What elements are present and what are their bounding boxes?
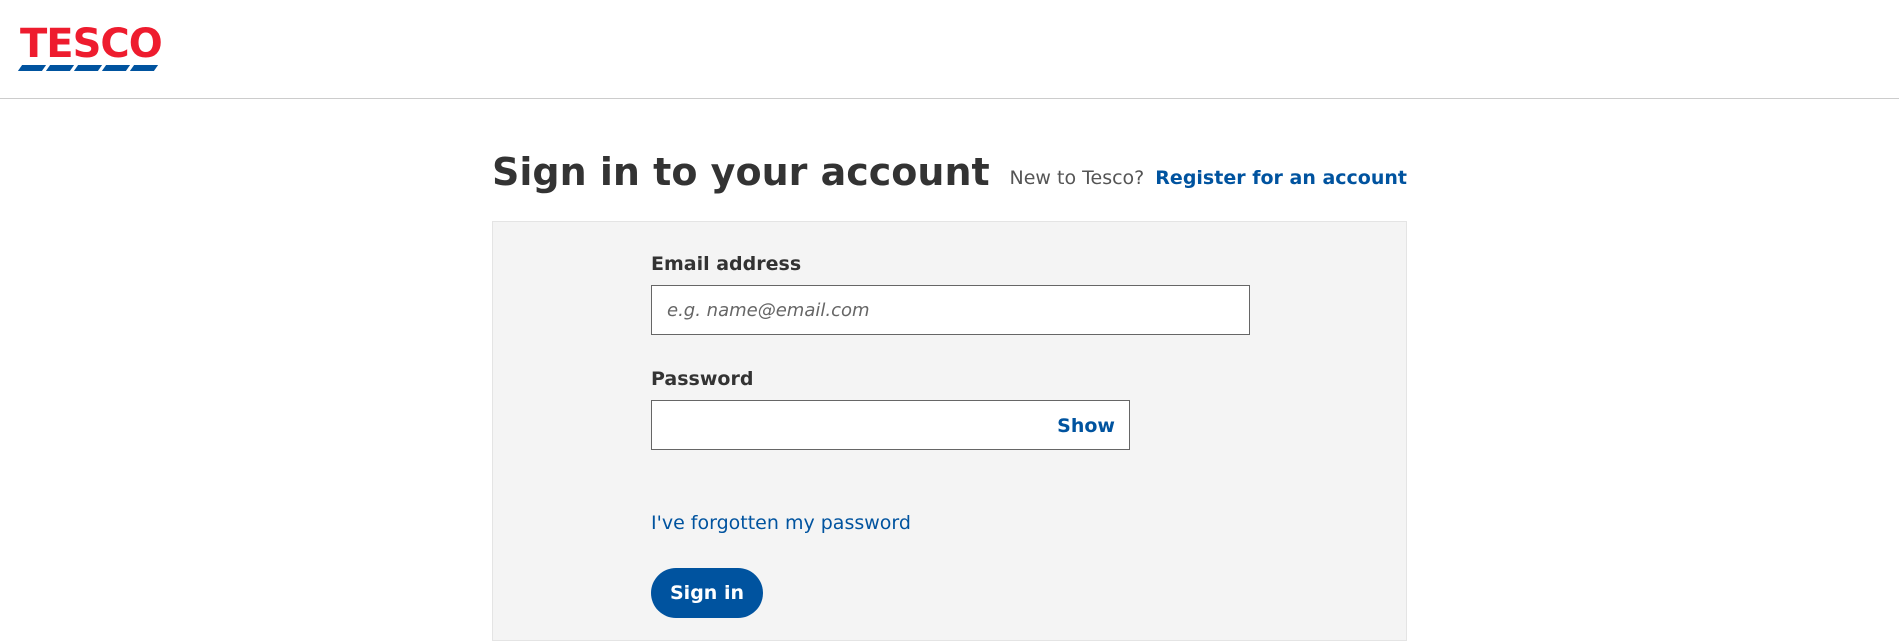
sign-in-button[interactable]: Sign in [651,568,763,618]
show-password-button[interactable]: Show [1057,414,1115,438]
email-label: Email address [651,253,802,275]
password-input[interactable] [652,401,1082,449]
register-prompt: New to Tesco? [1009,167,1145,189]
tesco-logo[interactable]: TESCO [17,21,172,74]
forgot-password-link[interactable]: I've forgotten my password [651,511,911,535]
password-label: Password [651,368,754,390]
page-title: Sign in to your account [492,150,990,194]
site-header: TESCO [0,0,1899,99]
register-link[interactable]: Register for an account [1155,167,1407,189]
signin-panel: Email address Password Show I've forgott… [492,221,1407,641]
logo-stripes-icon [17,65,172,71]
password-field: Show [651,400,1130,450]
logo-text: TESCO [20,21,163,67]
register-row: New to Tesco? Register for an account [1010,166,1407,190]
email-input[interactable] [651,285,1250,335]
